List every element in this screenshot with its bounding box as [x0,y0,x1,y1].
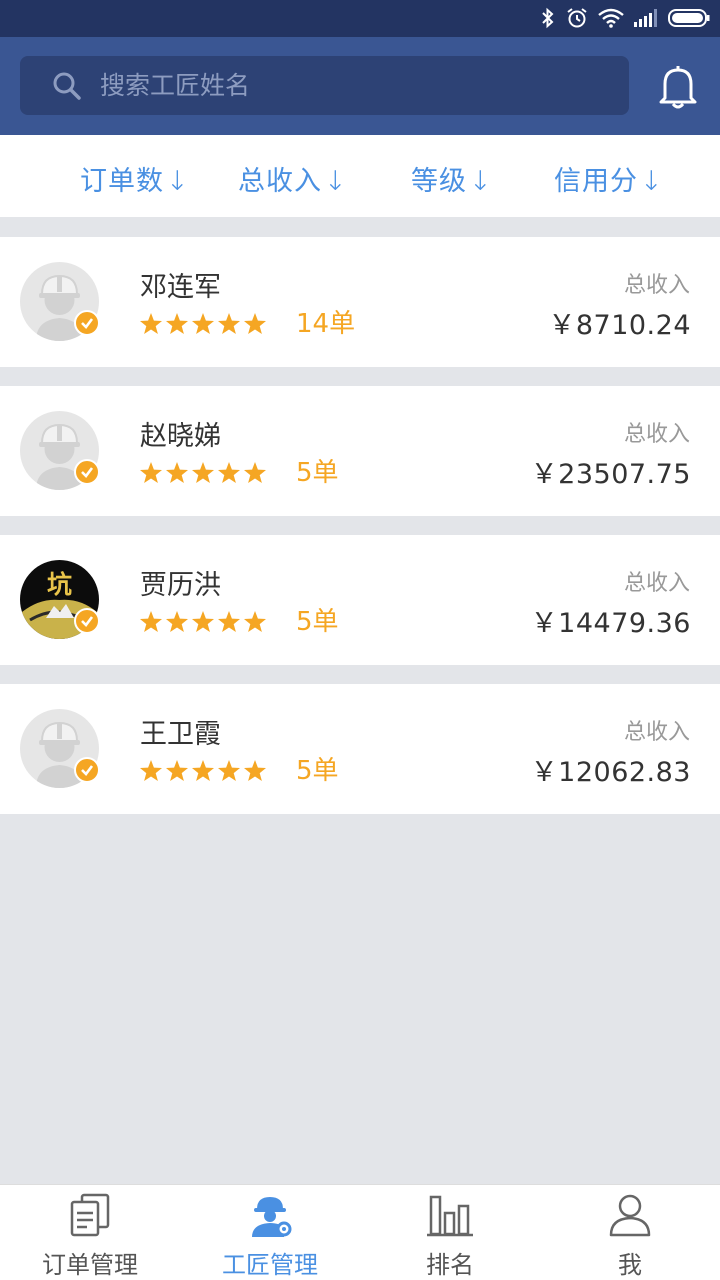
craftsman-card[interactable]: 邓连军 14单 总收入 ￥8710.24 [0,237,720,367]
order-count: 5单 [296,756,339,786]
star-icon [218,760,240,781]
star-icon [140,313,162,334]
sort-by-credit[interactable]: 信用分↓ [554,159,664,198]
craftsman-name: 贾历洪 [140,570,221,601]
rating-stars [139,759,267,783]
rating-stars [139,610,267,634]
user-icon [609,1194,651,1237]
order-count: 5单 [296,607,339,637]
bottom-tab-bar: 订单管理 工匠管理 排名 我 [0,1184,720,1280]
star-icon [166,462,188,483]
income-label: 总收入 [623,720,690,745]
star-icon [244,760,266,781]
verified-badge-icon [74,459,100,485]
tab-me[interactable]: 我 [540,1185,720,1280]
sort-by-orders[interactable]: 订单数↓ [80,159,190,198]
order-count: 14单 [296,309,356,339]
order-count: 5单 [296,458,339,488]
sort-arrow-icon: ↓ [324,166,348,197]
sort-arrow-icon: ↓ [469,166,493,197]
star-icon [192,611,214,632]
star-icon [140,462,162,483]
star-icon [166,313,188,334]
orders-icon [70,1193,110,1237]
notification-bell-icon[interactable] [656,62,700,110]
star-icon [166,760,188,781]
income-amount: ￥12062.83 [530,757,691,788]
star-icon [244,611,266,632]
search-box[interactable] [20,56,629,115]
sort-label: 订单数 [80,166,164,197]
star-icon [192,760,214,781]
status-bar [0,0,720,37]
star-icon [140,760,162,781]
sort-arrow-icon: ↓ [166,166,190,197]
income-label: 总收入 [623,273,690,298]
sort-by-income[interactable]: 总收入↓ [238,159,348,198]
income-amount: ￥14479.36 [530,608,691,639]
sort-label: 信用分 [554,166,638,197]
tab-ranking[interactable]: 排名 [360,1185,540,1280]
star-icon [218,462,240,483]
search-input[interactable] [100,71,560,100]
tab-label: 订单管理 [42,1251,138,1279]
craftsman-name: 邓连军 [140,272,221,303]
bluetooth-icon [542,7,554,29]
ranking-chart-icon [427,1195,473,1237]
wifi-icon [598,8,624,28]
star-icon [140,611,162,632]
battery-icon [668,9,710,27]
craftsman-card[interactable]: 赵晓娣 5单 总收入 ￥23507.75 [0,386,720,516]
sort-label: 总收入 [238,166,322,197]
verified-badge-icon [74,757,100,783]
signal-icon [634,9,657,27]
rating-stars [139,312,267,336]
sort-bar: 订单数↓ 总收入↓ 等级↓ 信用分↓ [0,135,720,217]
tab-label: 工匠管理 [222,1251,318,1279]
income-label: 总收入 [623,571,690,596]
star-icon [192,462,214,483]
income-amount: ￥23507.75 [530,459,691,490]
craftsman-name: 赵晓娣 [140,421,221,452]
star-icon [192,313,214,334]
rating-stars [139,461,267,485]
star-icon [166,611,188,632]
income-amount: ￥8710.24 [548,310,691,341]
craftsman-name: 王卫霞 [140,719,221,750]
craftsman-icon [252,1197,292,1237]
tab-label: 排名 [426,1251,474,1279]
star-icon [244,313,266,334]
star-icon [218,313,240,334]
sort-label: 等级 [411,166,467,197]
star-icon [218,611,240,632]
tab-label: 我 [618,1251,642,1279]
craftsman-card[interactable]: 坑 贾历洪 5单 总收入 ￥14479.36 [0,535,720,665]
income-label: 总收入 [623,422,690,447]
tab-craftsman-management[interactable]: 工匠管理 [180,1185,360,1280]
tab-order-management[interactable]: 订单管理 [0,1185,180,1280]
search-icon [53,72,81,100]
alarm-icon [567,8,587,28]
verified-badge-icon [74,608,100,634]
star-icon [244,462,266,483]
avatar-text: 坑 [47,570,72,599]
app-header [0,37,720,135]
craftsman-card[interactable]: 王卫霞 5单 总收入 ￥12062.83 [0,684,720,814]
verified-badge-icon [74,310,100,336]
sort-by-level[interactable]: 等级↓ [411,159,493,198]
sort-arrow-icon: ↓ [640,166,664,197]
